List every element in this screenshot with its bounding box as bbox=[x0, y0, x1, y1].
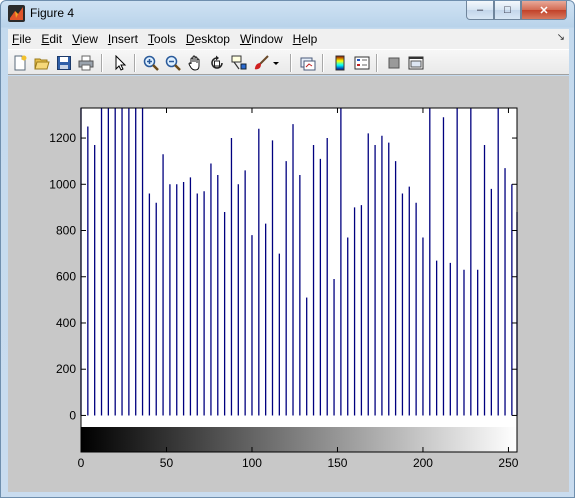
pan-hand-icon bbox=[188, 55, 200, 71]
menu-window[interactable]: Window bbox=[235, 29, 288, 49]
figure-canvas[interactable]: 0 200 400 600 800 1000 1200 0 50 100 150 200 250 bbox=[8, 76, 569, 492]
new-figure-icon bbox=[14, 55, 27, 71]
insert-colorbar-button[interactable] bbox=[330, 53, 350, 73]
y-tick-label: 800 bbox=[56, 224, 76, 238]
maximize-button[interactable]: □ bbox=[494, 1, 521, 20]
toolbar-separator bbox=[290, 54, 292, 72]
show-plot-tools-button[interactable] bbox=[406, 53, 426, 73]
menu-edit[interactable]: Edit bbox=[36, 29, 67, 49]
menu-desktop[interactable]: Desktop bbox=[181, 29, 235, 49]
maximize-icon: □ bbox=[504, 4, 511, 16]
zoom-in-button[interactable] bbox=[141, 53, 161, 73]
toolbar-separator bbox=[322, 54, 324, 72]
close-button[interactable]: ✕ bbox=[521, 1, 567, 20]
window-title: Figure 4 bbox=[30, 6, 75, 20]
open-file-button[interactable] bbox=[32, 53, 52, 73]
figure-toolbar bbox=[8, 49, 569, 75]
minimize-icon: – bbox=[476, 4, 484, 16]
dock-figure-icon[interactable]: ↘ bbox=[557, 32, 565, 43]
hide-plot-tools-icon bbox=[388, 57, 400, 69]
x-tick-label: 150 bbox=[327, 456, 347, 470]
save-figure-button[interactable] bbox=[54, 53, 74, 73]
insert-legend-button[interactable] bbox=[352, 53, 372, 73]
y-tick-label: 0 bbox=[69, 408, 76, 422]
menu-view[interactable]: View bbox=[67, 29, 103, 49]
menu-help[interactable]: Help bbox=[288, 29, 323, 49]
brush-button[interactable] bbox=[251, 53, 271, 73]
grayscale-colorbar bbox=[81, 427, 517, 452]
x-tick-label: 0 bbox=[78, 456, 85, 470]
toolbar-separator bbox=[376, 54, 378, 72]
menu-file[interactable]: File bbox=[8, 29, 36, 49]
minimize-button[interactable]: – bbox=[466, 1, 494, 20]
rotate-3d-icon bbox=[211, 55, 223, 69]
matlab-logo-icon bbox=[8, 5, 25, 22]
zoom-out-button[interactable] bbox=[163, 53, 183, 73]
y-tick-label: 200 bbox=[56, 362, 76, 376]
show-plot-tools-icon bbox=[408, 56, 424, 70]
x-tick-label: 250 bbox=[498, 456, 518, 470]
rotate-3d-button[interactable] bbox=[207, 53, 227, 73]
data-cursor-icon bbox=[231, 55, 247, 70]
y-tick-label: 1200 bbox=[49, 131, 76, 145]
pan-button[interactable] bbox=[185, 53, 205, 73]
brush-dropdown-icon bbox=[273, 62, 279, 65]
toolbar-separator bbox=[134, 54, 136, 72]
zoom-in-icon bbox=[143, 55, 159, 71]
data-cursor-button[interactable] bbox=[229, 53, 249, 73]
x-tick-label: 200 bbox=[413, 456, 433, 470]
y-tick-label: 400 bbox=[56, 316, 76, 330]
toolbar-separator bbox=[101, 54, 103, 72]
figure-window: Figure 4 – □ ✕ File Edit View Insert Too… bbox=[0, 0, 575, 498]
menu-insert[interactable]: Insert bbox=[103, 29, 143, 49]
title-bar[interactable]: Figure 4 – □ ✕ bbox=[1, 1, 574, 27]
y-tick-label: 1000 bbox=[49, 177, 76, 191]
print-figure-icon bbox=[78, 55, 94, 71]
menu-tools[interactable]: Tools bbox=[143, 29, 181, 49]
menu-bar: File Edit View Insert Tools Desktop Wind… bbox=[8, 29, 569, 49]
edit-plot-arrow-icon bbox=[115, 55, 127, 71]
brush-icon bbox=[254, 55, 269, 70]
brush-dropdown-button[interactable] bbox=[271, 53, 281, 73]
zoom-out-icon bbox=[165, 55, 181, 71]
link-plot-button[interactable] bbox=[298, 53, 318, 73]
edit-plot-button[interactable] bbox=[110, 53, 130, 73]
link-plot-icon bbox=[300, 57, 316, 71]
close-icon: ✕ bbox=[539, 4, 549, 17]
y-tick-label: 600 bbox=[56, 270, 76, 284]
x-tick-label: 50 bbox=[160, 456, 174, 470]
print-figure-button[interactable] bbox=[76, 53, 96, 73]
open-file-icon bbox=[34, 58, 50, 70]
hide-plot-tools-button[interactable] bbox=[384, 53, 404, 73]
insert-colorbar-icon bbox=[335, 55, 345, 71]
insert-legend-icon bbox=[354, 56, 370, 70]
histogram-plot[interactable]: 0 200 400 600 800 1000 1200 0 50 100 150 200 250 bbox=[8, 76, 569, 492]
new-figure-button[interactable] bbox=[10, 53, 30, 73]
axes-background bbox=[81, 108, 517, 427]
save-figure-icon bbox=[57, 56, 71, 70]
x-tick-label: 100 bbox=[242, 456, 262, 470]
